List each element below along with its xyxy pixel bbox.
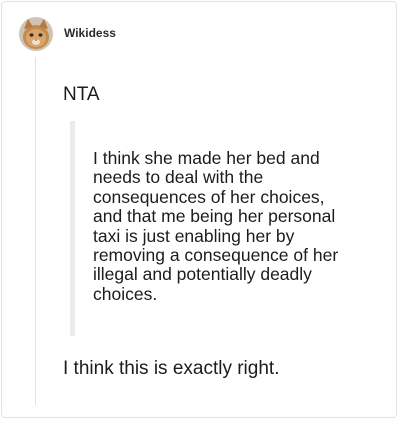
post-header: Wikidess (19, 17, 116, 51)
reply-text: I think this is exactly right. (63, 358, 280, 379)
cat-avatar-icon[interactable] (19, 17, 53, 51)
username[interactable]: Wikidess (64, 26, 116, 40)
quote-bar (70, 121, 75, 336)
thread-line (35, 57, 36, 405)
verdict-text: NTA (63, 84, 100, 105)
post-card: Wikidess NTA I think she made her bed an… (1, 1, 397, 418)
quoted-text: I think she made her bed and needs to de… (93, 148, 339, 304)
